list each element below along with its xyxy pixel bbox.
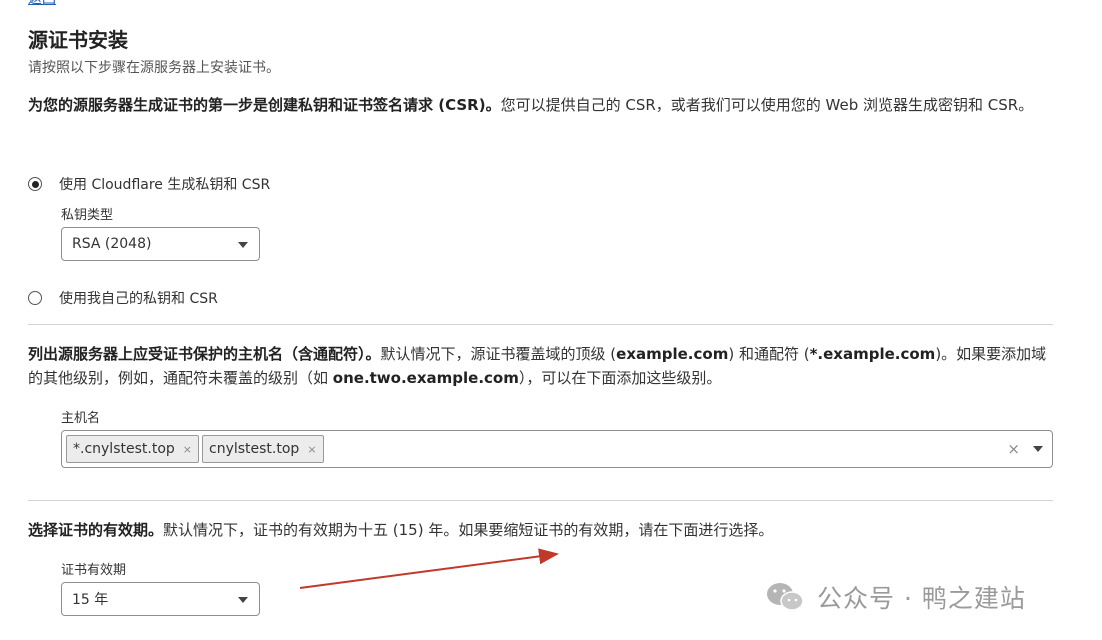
key-type-label: 私钥类型: [61, 208, 114, 223]
radio-selected-dot: [31, 180, 39, 188]
validity-instructions: 选择证书的有效期。默认情况下，证书的有效期为十五 (15) 年。如果要缩短证书的…: [28, 518, 1058, 542]
divider: [28, 324, 1053, 325]
hostnames-instructions-bold: 列出源服务器上应受证书保护的主机名（含通配符）。: [28, 345, 381, 363]
watermark-text: 公众号 · 鸭之建站: [817, 584, 1026, 613]
validity-label: 证书有效期: [61, 563, 127, 578]
hostnames-text-4: ），可以在下面添加这些级别。: [518, 369, 722, 387]
hostnames-label: 主机名: [61, 411, 101, 426]
radio-cloudflare-option[interactable]: 使用 Cloudflare 生成私钥和 CSR: [28, 174, 270, 194]
validity-value: 15 年: [72, 592, 109, 608]
validity-select[interactable]: 15 年: [61, 582, 260, 616]
key-type-value: RSA (2048): [72, 236, 152, 252]
example-wildcard: *.example.com: [809, 345, 936, 363]
csr-instructions-bold: 为您的源服务器生成证书的第一步是创建私钥和证书签名请求 (CSR)。: [28, 96, 501, 114]
chevron-down-icon: [238, 597, 248, 603]
page-title: 源证书安装: [28, 28, 128, 52]
csr-instructions-text: 您可以提供自己的 CSR，或者我们可以使用您的 Web 浏览器生成密钥和 CSR…: [500, 96, 1034, 114]
key-type-select[interactable]: RSA (2048): [61, 227, 260, 261]
hostname-tag-label: cnylstest.top: [209, 441, 300, 457]
chevron-down-icon[interactable]: [1033, 446, 1043, 452]
back-link[interactable]: 返回: [28, 0, 56, 8]
remove-tag-icon[interactable]: ×: [183, 443, 192, 456]
hostnames-text-1: 默认情况下，源证书覆盖域的顶级 (: [380, 345, 617, 363]
hostname-tag: *.cnylstest.top ×: [66, 435, 199, 463]
divider: [28, 500, 1053, 501]
page-subtitle: 请按照以下步骤在源服务器上安装证书。: [28, 60, 280, 76]
remove-tag-icon[interactable]: ×: [307, 443, 316, 456]
example-subdomain: one.two.example.com: [332, 369, 519, 387]
radio-own-option[interactable]: 使用我自己的私钥和 CSR: [28, 288, 218, 308]
radio-cloudflare[interactable]: [28, 177, 42, 191]
hostnames-text-2: ) 和通配符 (: [728, 345, 810, 363]
validity-instructions-bold: 选择证书的有效期。: [28, 521, 164, 539]
radio-own-label: 使用我自己的私钥和 CSR: [59, 291, 218, 307]
hostnames-input[interactable]: *.cnylstest.top × cnylstest.top × ×: [61, 430, 1053, 468]
hostname-tag-label: *.cnylstest.top: [73, 441, 175, 457]
example-domain: example.com: [616, 345, 729, 363]
wechat-icon: [767, 583, 804, 611]
chevron-down-icon: [238, 242, 248, 248]
csr-instructions: 为您的源服务器生成证书的第一步是创建私钥和证书签名请求 (CSR)。您可以提供自…: [28, 93, 1058, 117]
hostnames-instructions: 列出源服务器上应受证书保护的主机名（含通配符）。默认情况下，源证书覆盖域的顶级 …: [28, 342, 1058, 390]
clear-icon[interactable]: ×: [1007, 440, 1020, 458]
watermark: 公众号 · 鸭之建站: [765, 579, 1026, 615]
hostname-tag: cnylstest.top ×: [202, 435, 324, 463]
radio-cloudflare-label: 使用 Cloudflare 生成私钥和 CSR: [59, 177, 271, 193]
radio-own[interactable]: [28, 291, 42, 305]
validity-instructions-text: 默认情况下，证书的有效期为十五 (15) 年。如果要缩短证书的有效期，请在下面进…: [163, 521, 774, 539]
